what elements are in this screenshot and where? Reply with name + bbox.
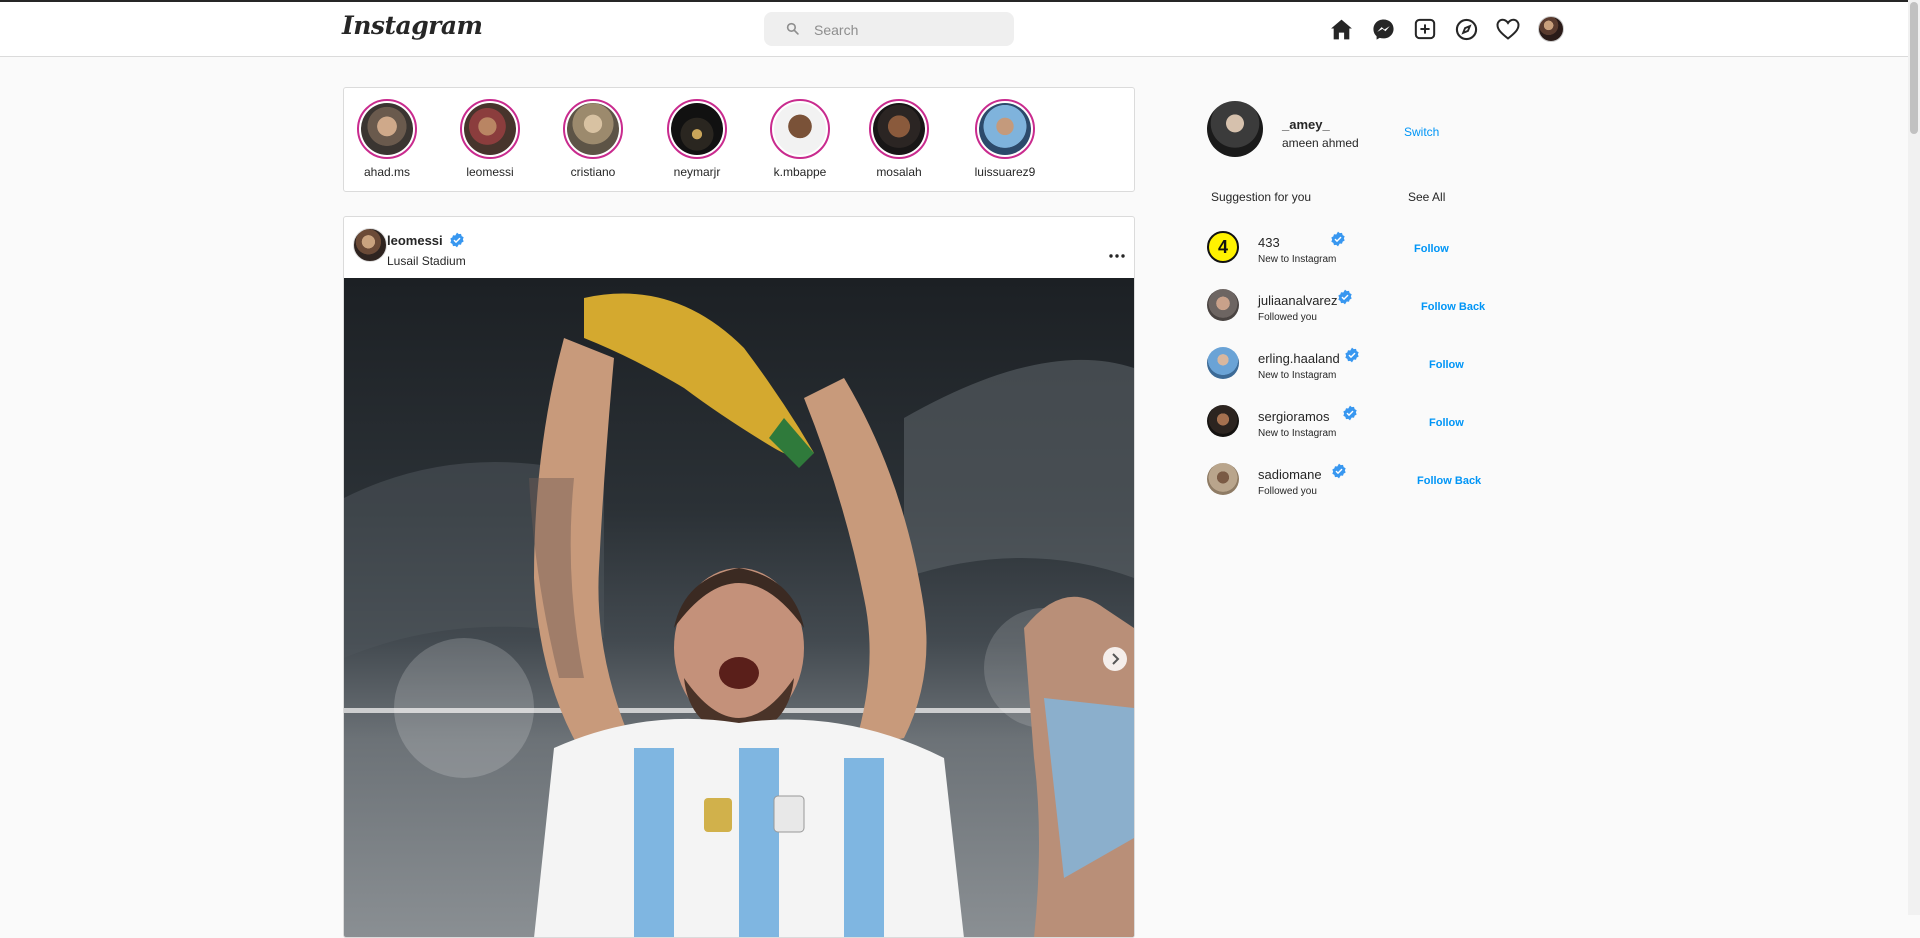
next-slide-button[interactable]: [1103, 647, 1127, 671]
verified-badge-icon: [1331, 231, 1345, 247]
story-item[interactable]: mosalah: [860, 99, 938, 179]
activity-heart-icon[interactable]: [1495, 16, 1521, 42]
see-all-link[interactable]: See All: [1408, 190, 1445, 204]
profile-avatar[interactable]: [1538, 16, 1564, 42]
suggestion-username[interactable]: erling.haaland: [1258, 351, 1340, 366]
current-user-fullname: ameen ahmed: [1282, 136, 1359, 150]
explore-icon[interactable]: [1453, 16, 1479, 42]
post-header: leomessi Lusail Stadium: [344, 217, 1134, 278]
story-ring: [667, 99, 727, 159]
story-username: ahad.ms: [363, 165, 411, 179]
story-username: neymarjr: [673, 165, 721, 179]
scrollbar-thumb[interactable]: [1910, 2, 1918, 134]
verified-badge-icon: [450, 232, 464, 248]
post-author-username[interactable]: leomessi: [387, 232, 465, 248]
story-avatar: [873, 103, 925, 155]
suggestion-avatar[interactable]: 4: [1207, 231, 1239, 263]
suggestion-avatar[interactable]: [1207, 405, 1239, 437]
post-photo-illustration: [344, 293, 1134, 937]
story-ring: [357, 99, 417, 159]
suggestion-avatar[interactable]: [1207, 463, 1239, 495]
post-location[interactable]: Lusail Stadium: [387, 254, 466, 268]
story-username: k.mbappe: [773, 165, 827, 179]
follow-button[interactable]: Follow: [1429, 417, 1464, 429]
home-icon[interactable]: [1328, 16, 1354, 42]
story-avatar: [979, 103, 1031, 155]
story-item[interactable]: luissuarez9: [966, 99, 1044, 179]
follow-back-button[interactable]: Follow Back: [1421, 301, 1485, 313]
suggestion-username[interactable]: sadiomane: [1258, 467, 1322, 482]
post-author-avatar[interactable]: [353, 228, 387, 262]
story-avatar: [464, 103, 516, 155]
story-avatar: [774, 103, 826, 155]
feed-post: leomessi Lusail Stadium: [343, 216, 1135, 938]
suggestion-subtitle: Followed you: [1258, 312, 1317, 323]
suggestion-subtitle: Followed you: [1258, 486, 1317, 497]
story-ring: [563, 99, 623, 159]
story-item[interactable]: ahad.ms: [348, 99, 426, 179]
story-avatar: [361, 103, 413, 155]
follow-back-button[interactable]: Follow Back: [1417, 475, 1481, 487]
story-username: leomessi: [466, 165, 514, 179]
verified-badge-icon: [1343, 405, 1357, 421]
suggestion-username[interactable]: 433: [1258, 235, 1280, 250]
story-item[interactable]: neymarjr: [658, 99, 736, 179]
search-box[interactable]: [764, 12, 1014, 48]
verified-badge-icon: [1338, 289, 1352, 305]
stories-tray: ahad.ms leomessi cristiano neymarjr k.mb…: [343, 87, 1135, 192]
story-item[interactable]: leomessi: [451, 99, 529, 179]
instagram-logo[interactable]: Instagram: [342, 11, 483, 40]
suggestion-username[interactable]: juliaanalvarez: [1258, 293, 1338, 308]
scrollbar-track[interactable]: [1908, 0, 1920, 915]
suggestions-heading: Suggestion for you: [1211, 190, 1312, 204]
suggestion-subtitle: New to Instagram: [1258, 428, 1337, 439]
suggestion-item: erling.haaland New to Instagram Follow: [1207, 345, 1507, 385]
search-icon: [786, 22, 799, 35]
suggestion-item: sergioramos New to Instagram Follow: [1207, 403, 1507, 443]
current-user-avatar[interactable]: [1207, 101, 1263, 157]
verified-badge-icon: [1345, 347, 1359, 363]
story-username: luissuarez9: [974, 165, 1036, 179]
suggestion-username[interactable]: sergioramos: [1258, 409, 1330, 424]
switch-account-link[interactable]: Switch: [1404, 125, 1439, 139]
follow-button[interactable]: Follow: [1414, 243, 1449, 255]
chevron-right-icon: [1112, 653, 1120, 665]
current-user-username[interactable]: _amey_: [1282, 117, 1330, 132]
suggestion-item: sadiomane Followed you Follow Back: [1207, 461, 1507, 501]
story-username: mosalah: [876, 165, 922, 179]
top-navbar: Instagram: [0, 2, 1908, 57]
suggestion-item: 4 433 New to Instagram Follow: [1207, 229, 1507, 269]
more-options-icon[interactable]: [1109, 245, 1125, 263]
story-ring: [770, 99, 830, 159]
post-image[interactable]: [344, 278, 1134, 937]
story-item[interactable]: cristiano: [554, 99, 632, 179]
suggestion-subtitle: New to Instagram: [1258, 254, 1337, 265]
post-username-text: leomessi: [387, 233, 443, 248]
search-input[interactable]: [812, 12, 1006, 48]
follow-button[interactable]: Follow: [1429, 359, 1464, 371]
story-username: cristiano: [570, 165, 616, 179]
story-avatar: [567, 103, 619, 155]
suggestion-avatar[interactable]: [1207, 289, 1239, 321]
avatar-text: 4: [1217, 236, 1228, 257]
story-avatar: [671, 103, 723, 155]
story-ring: [460, 99, 520, 159]
suggestion-avatar[interactable]: [1207, 347, 1239, 379]
suggestion-subtitle: New to Instagram: [1258, 370, 1337, 381]
suggestion-item: juliaanalvarez Followed you Follow Back: [1207, 287, 1507, 327]
new-post-icon[interactable]: [1412, 16, 1438, 42]
story-ring: [869, 99, 929, 159]
story-ring: [975, 99, 1035, 159]
story-item[interactable]: k.mbappe: [761, 99, 839, 179]
messenger-icon[interactable]: [1370, 16, 1396, 42]
verified-badge-icon: [1332, 463, 1346, 479]
